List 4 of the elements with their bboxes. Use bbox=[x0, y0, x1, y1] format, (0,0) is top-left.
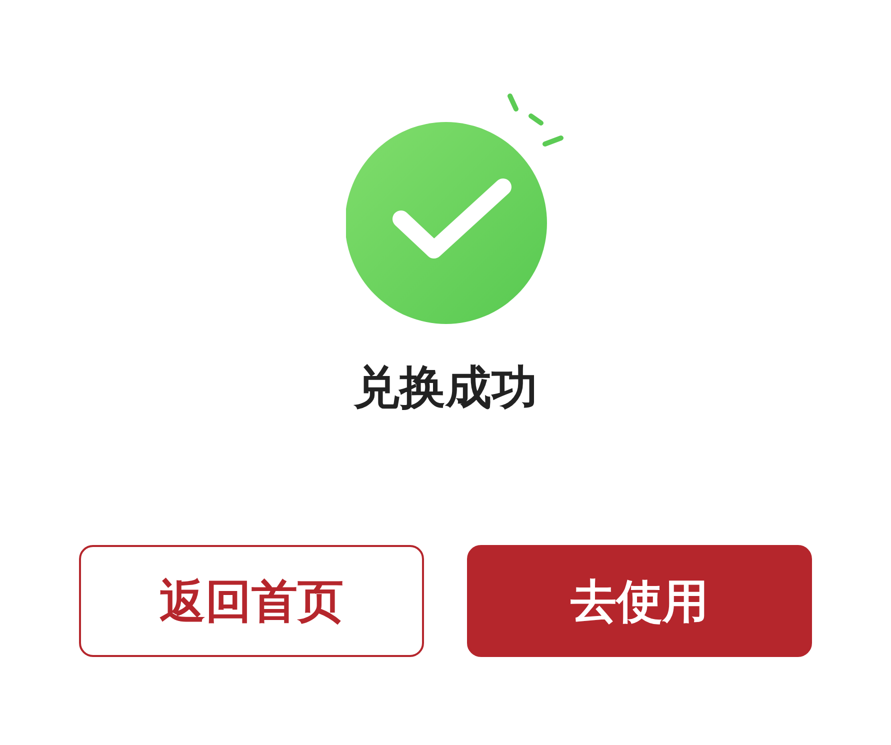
success-check-icon bbox=[346, 92, 566, 324]
status-title: 兑换成功 bbox=[354, 364, 538, 410]
home-button[interactable]: 返回首页 bbox=[79, 545, 424, 657]
use-button[interactable]: 去使用 bbox=[467, 545, 812, 657]
